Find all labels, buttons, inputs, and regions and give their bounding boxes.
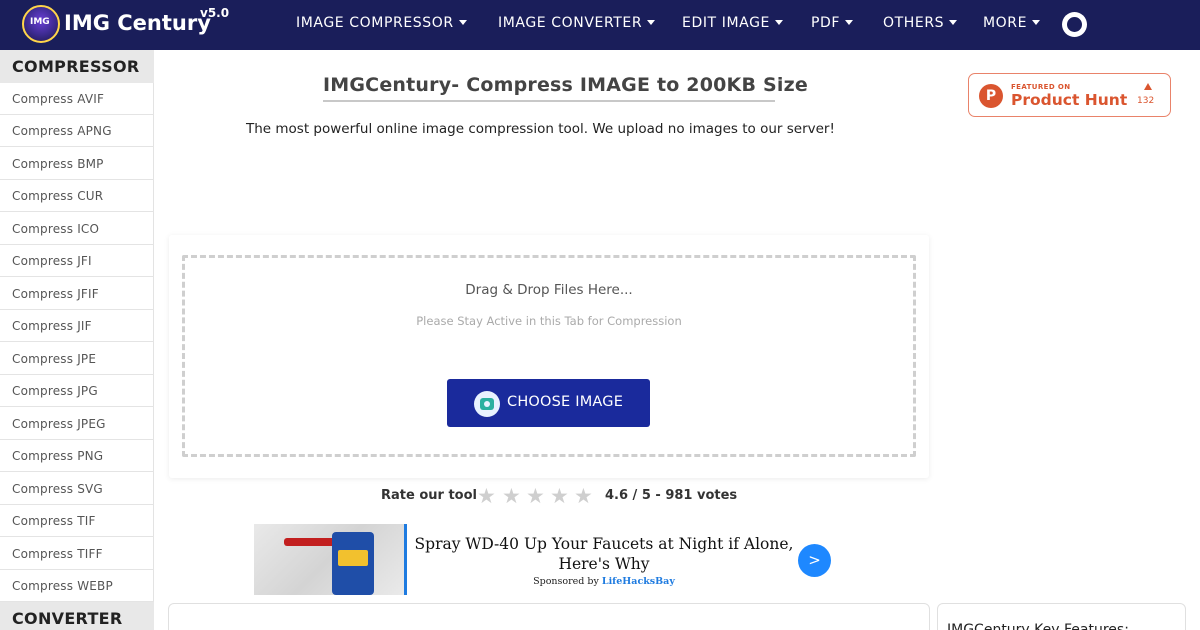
ad-headline: Spray WD-40 Up Your Faucets at Night if … [414, 535, 794, 573]
nav-others[interactable]: OTHERS [883, 15, 958, 33]
star-icon[interactable]: ★ [502, 484, 521, 508]
ad-sponsor-prefix: Sponsored by [533, 576, 599, 587]
nav-label: OTHERS [883, 15, 945, 31]
sidebar-item-compress-png[interactable]: Compress PNG [0, 440, 154, 472]
nav-label: IMAGE CONVERTER [498, 15, 643, 31]
chevron-down-icon [1032, 19, 1041, 25]
sidebar-item-compress-apng[interactable]: Compress APNG [0, 115, 154, 147]
camera-icon [474, 391, 500, 417]
version-badge: v5.0 [200, 6, 230, 20]
nav-more[interactable]: MORE [983, 15, 1041, 33]
sidebar-heading-compressor: COMPRESSOR [0, 50, 154, 83]
sidebar-item-compress-jpg[interactable]: Compress JPG [0, 375, 154, 407]
choose-image-label: CHOOSE IMAGE [507, 394, 624, 410]
star-icon[interactable]: ★ [526, 484, 545, 508]
dark-mode-toggle-icon[interactable] [1062, 12, 1087, 37]
logo-text: IMG [30, 17, 50, 27]
page-subtitle: The most powerful online image compressi… [246, 121, 835, 137]
drop-instructions: Drag & Drop Files Here... [465, 282, 633, 298]
sidebar-item-compress-jfi[interactable]: Compress JFI [0, 245, 154, 277]
ad-can-label-shape [338, 550, 368, 566]
title-underline [323, 100, 775, 102]
toggle-dot [1067, 17, 1082, 32]
chevron-down-icon [775, 19, 783, 25]
brand-name[interactable]: IMG Century [64, 11, 211, 35]
sidebar: COMPRESSOR Compress AVIF Compress APNG C… [0, 50, 154, 630]
chevron-down-icon [845, 19, 854, 25]
nav-label: IMAGE COMPRESSOR [296, 15, 454, 31]
sidebar-item-compress-tiff[interactable]: Compress TIFF [0, 538, 154, 570]
nav-label: PDF [811, 15, 841, 31]
upvote-count: 132 [1137, 96, 1155, 106]
nav-pdf[interactable]: PDF [811, 15, 854, 33]
drop-hint: Please Stay Active in this Tab for Compr… [416, 314, 682, 328]
sidebar-item-compress-jpeg[interactable]: Compress JPEG [0, 408, 154, 440]
rating-score-text: 4.6 / 5 - 981 votes [605, 488, 738, 503]
sidebar-item-compress-tif[interactable]: Compress TIF [0, 505, 154, 537]
bottom-content-card [168, 603, 930, 630]
ad-go-button[interactable]: > [798, 544, 831, 577]
rating-label: Rate our tool [381, 488, 477, 503]
upvote-arrow-icon [1144, 83, 1152, 90]
sidebar-item-compress-svg[interactable]: Compress SVG [0, 473, 154, 505]
camera-lens [480, 398, 494, 410]
brand-logo-icon[interactable]: IMG [22, 5, 60, 43]
choose-image-button[interactable]: CHOOSE IMAGE [447, 379, 650, 427]
sidebar-item-compress-cur[interactable]: Compress CUR [0, 180, 154, 212]
sidebar-item-compress-ico[interactable]: Compress ICO [0, 213, 154, 245]
star-icon[interactable]: ★ [574, 484, 593, 508]
key-features-card: IMGCentury Key Features: [937, 603, 1186, 630]
key-features-title: IMGCentury Key Features: [947, 622, 1129, 630]
sidebar-item-compress-avif[interactable]: Compress AVIF [0, 83, 154, 115]
sidebar-item-compress-bmp[interactable]: Compress BMP [0, 148, 154, 180]
product-hunt-icon: P [979, 84, 1003, 108]
ad-sponsor-line: Sponsored by LifeHacksBay [414, 576, 794, 587]
star-icon[interactable]: ★ [477, 484, 496, 508]
chevron-down-icon [647, 19, 656, 25]
sidebar-heading-converter: CONVERTER [0, 602, 154, 630]
ad-nozzle-shape [284, 538, 336, 546]
star-icon[interactable]: ★ [550, 484, 569, 508]
ad-accent-stripe [404, 524, 407, 595]
page-title: IMGCentury- Compress IMAGE to 200KB Size [323, 74, 808, 96]
nav-label: EDIT IMAGE [682, 15, 770, 31]
chevron-down-icon [949, 19, 958, 25]
ad-image [254, 524, 404, 595]
featured-on-label: FEATURED ON [1011, 83, 1071, 91]
rating-score: 4.6 / 5 - 981 votes [605, 488, 737, 503]
sidebar-item-compress-jpe[interactable]: Compress JPE [0, 343, 154, 375]
sponsored-ad[interactable]: Spray WD-40 Up Your Faucets at Night if … [254, 524, 834, 595]
nav-edit-image[interactable]: EDIT IMAGE [682, 15, 783, 33]
nav-image-converter[interactable]: IMAGE CONVERTER [498, 15, 656, 33]
nav-label: MORE [983, 15, 1028, 31]
product-hunt-name: Product Hunt [1011, 91, 1128, 109]
chevron-down-icon [458, 19, 467, 25]
product-hunt-badge[interactable]: P FEATURED ON Product Hunt 132 [968, 73, 1171, 117]
ad-sponsor-name: LifeHacksBay [601, 576, 675, 587]
sidebar-item-compress-webp[interactable]: Compress WEBP [0, 570, 154, 602]
nav-image-compressor[interactable]: IMAGE COMPRESSOR [296, 15, 467, 33]
top-navbar: IMG IMG Century v5.0 IMAGE COMPRESSOR IM… [0, 0, 1200, 50]
